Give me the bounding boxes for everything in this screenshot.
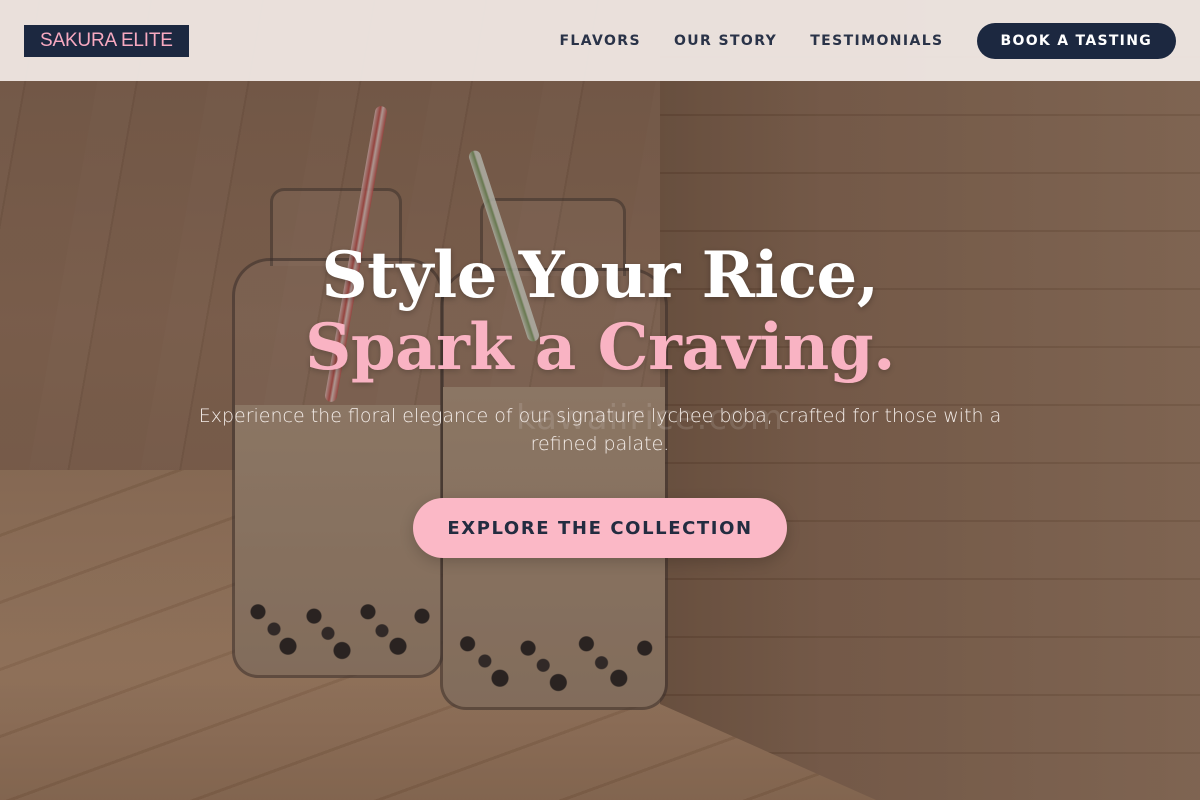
- hero-section: Style Your Rice, Spark a Craving. Experi…: [0, 240, 1200, 558]
- main-nav: FLAVORS OUR STORY TESTIMONIALS BOOK A TA…: [559, 22, 1176, 59]
- nav-link-flavors[interactable]: FLAVORS: [559, 33, 641, 49]
- hero-subtitle: Experience the floral elegance of our si…: [198, 405, 1002, 455]
- hero-headline-line2: Spark a Craving.: [305, 310, 895, 385]
- nav-link-testimonials[interactable]: TESTIMONIALS: [810, 33, 943, 49]
- site-header: SAKURA ELITE FLAVORS OUR STORY TESTIMONI…: [0, 0, 1200, 81]
- brand-logo[interactable]: SAKURA ELITE: [24, 24, 189, 57]
- nav-link-our-story[interactable]: OUR STORY: [674, 33, 777, 49]
- book-tasting-button[interactable]: BOOK A TASTING: [976, 22, 1176, 59]
- hero-headline-line1: Style Your Rice,: [321, 238, 879, 313]
- explore-collection-button[interactable]: EXPLORE THE COLLECTION: [413, 498, 787, 558]
